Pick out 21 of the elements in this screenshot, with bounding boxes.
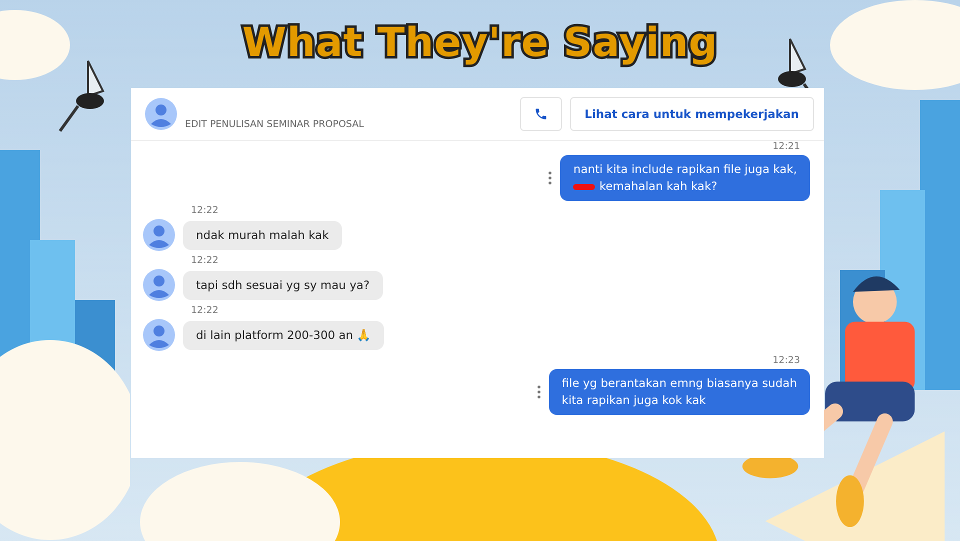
message-time: 12:22 [191,205,218,216]
avatar-icon [143,269,175,301]
message-bubble: file yg berantakan emng biasanya sudah kita rapikan juga kok kak [548,369,810,415]
avatar-icon [143,319,175,351]
slide-title: What They're Saying [242,20,718,66]
message-bubble: tapi sdh sesuai yg sy mau ya? [183,270,383,300]
avatar-icon [143,219,175,251]
message-time: 12:21 [772,141,800,152]
message-time: 12:23 [772,355,800,366]
message-bubble: ndak murah malah kak [183,220,342,250]
avatar-icon [145,98,177,130]
message-time: 12:22 [191,255,218,266]
more-options-icon[interactable] [548,171,552,185]
message-time: 12:22 [191,305,218,316]
message-bubble: di lain platform 200-300 an 🙏 [183,320,384,350]
more-options-icon[interactable] [536,385,541,399]
conversation-subtitle: EDIT PENULISAN SEMINAR PROPOSAL [185,119,364,130]
phone-icon [534,107,548,121]
hire-info-button[interactable]: Lihat cara untuk mempekerjakan [570,97,814,131]
call-button[interactable] [520,97,562,131]
message-bubble: nanti kita include rapikan file juga kak, kemahalan kah kak? [560,155,810,201]
